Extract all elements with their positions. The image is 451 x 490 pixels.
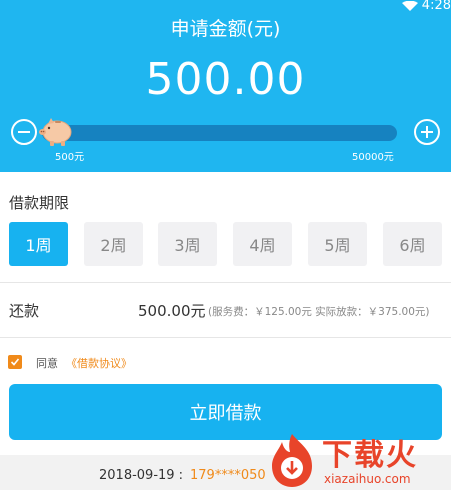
term-option-3[interactable]: 3周 xyxy=(158,222,217,266)
divider xyxy=(0,282,451,283)
amount-value: 500.00 xyxy=(145,54,306,105)
term-option-4[interactable]: 4周 xyxy=(233,222,292,266)
watermark: 下载火 xiazaihuo.com xyxy=(264,428,451,490)
plus-circle-icon[interactable] xyxy=(414,119,440,145)
amount-slider[interactable]: 500元 50000元 xyxy=(0,115,451,163)
repay-detail: (服务费：￥125.00元 实际放款：￥375.00元) xyxy=(208,306,430,318)
term-label: 借款期限 xyxy=(9,194,70,212)
slider-max-label: 50000元 xyxy=(352,152,394,163)
status-time: 4:28 xyxy=(421,0,451,13)
amount-title: 申请金额(元) xyxy=(170,18,281,40)
term-option-2[interactable]: 2周 xyxy=(84,222,143,266)
term-options: 1周 2周 3周 4周 5周 6周 xyxy=(0,222,451,266)
divider xyxy=(0,337,451,338)
agreement-link[interactable]: 《借款协议》 xyxy=(66,355,132,371)
amount-header: 4:28 申请金额(元) 500.00 500元 50000元 xyxy=(0,0,451,172)
watermark-text: 下载火 xyxy=(322,438,418,473)
agreement-text: 同意 xyxy=(36,357,58,370)
check-icon xyxy=(10,358,20,366)
ticker-date: 2018-09-19 : xyxy=(99,468,184,483)
flame-logo-icon xyxy=(272,434,312,487)
ticker-phone: 179****050 xyxy=(190,468,266,483)
repay-label: 还款 xyxy=(9,302,40,320)
repay-amount: 500.00元 xyxy=(138,302,206,320)
status-bar: 4:28 xyxy=(401,0,451,13)
watermark-url: xiazaihuo.com xyxy=(324,472,411,486)
term-option-1[interactable]: 1周 xyxy=(9,222,68,266)
minus-circle-icon[interactable] xyxy=(11,119,37,145)
agreement-checkbox[interactable] xyxy=(8,355,22,369)
term-option-6[interactable]: 6周 xyxy=(383,222,442,266)
piggy-bank-icon[interactable] xyxy=(38,115,74,147)
wifi-icon xyxy=(401,1,418,11)
term-option-5[interactable]: 5周 xyxy=(308,222,367,266)
slider-track[interactable] xyxy=(42,125,397,141)
slider-min-label: 500元 xyxy=(55,152,85,163)
